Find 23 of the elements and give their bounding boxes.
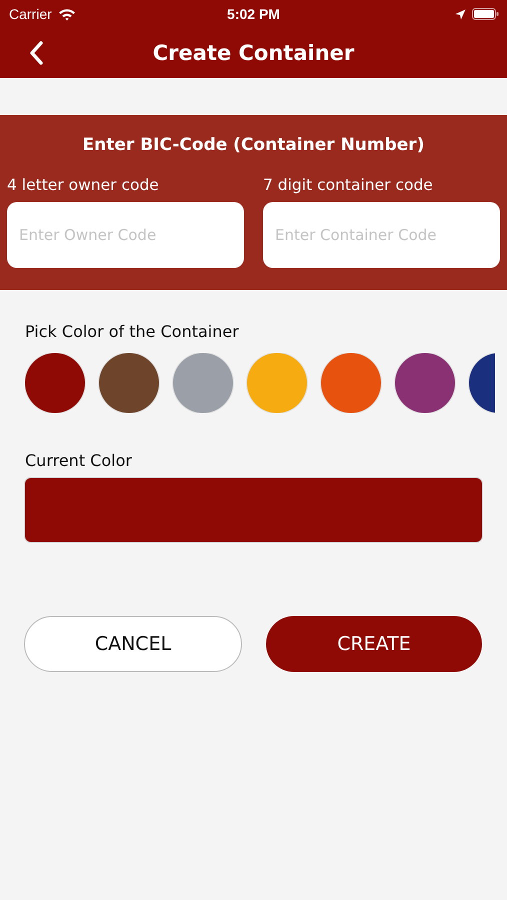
battery-icon <box>472 8 499 20</box>
input-field[interactable]: Enter Container Code <box>263 202 500 268</box>
panel-title: Enter BIC-Code (Container Number) <box>82 135 426 155</box>
carrier-name: Carrier <box>9 6 52 22</box>
section-label: Current Color <box>25 451 133 470</box>
status-time: 5:02 PM <box>227 6 280 22</box>
cancel-button[interactable]: CANCEL <box>24 616 242 672</box>
field-label: 7 digit container code <box>263 176 434 194</box>
field-label: 4 letter owner code <box>7 176 160 194</box>
color-swatch[interactable] <box>321 353 381 413</box>
location-arrow-icon <box>455 8 466 20</box>
color-swatch[interactable] <box>247 353 307 413</box>
color-swatch[interactable] <box>99 353 159 413</box>
back-button[interactable] <box>28 39 46 67</box>
chevron-left-icon <box>30 41 44 65</box>
create-button[interactable]: CREATE <box>266 616 482 672</box>
color-swatch[interactable] <box>173 353 233 413</box>
input-field[interactable]: Enter Owner Code <box>7 202 244 268</box>
color-swatch[interactable] <box>25 353 85 413</box>
color-swatch[interactable] <box>395 353 455 413</box>
screen-title: Create Container <box>152 41 354 65</box>
wifi-icon <box>58 8 76 20</box>
section-label: Pick Color of the Container <box>25 322 240 341</box>
